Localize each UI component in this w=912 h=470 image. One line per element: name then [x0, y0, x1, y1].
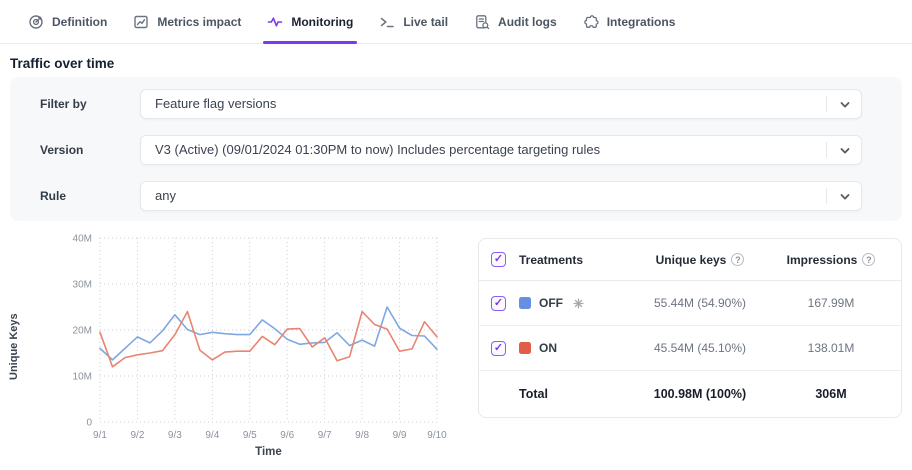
filter-by-select[interactable]: Feature flag versions — [140, 89, 862, 119]
table-header-row: ✓ Treatments Unique keys ? Impressions ? — [479, 239, 901, 281]
on-unique-keys: 45.54M (45.10%) — [639, 341, 761, 355]
tab-definition[interactable]: Definition — [28, 0, 107, 43]
page-title: Traffic over time — [10, 56, 114, 71]
x-tick-label: 9/2 — [130, 430, 144, 441]
tab-label: Live tail — [403, 15, 448, 29]
traffic-chart: Unique Keys 0 10M 20M 30M 40M 9/1 9/2 9/3 9/4 9/5… — [6, 232, 474, 468]
default-treatment-icon — [573, 298, 584, 309]
help-icon[interactable]: ? — [862, 253, 875, 266]
tab-label: Integrations — [607, 15, 676, 29]
tab-metrics-impact[interactable]: Metrics impact — [133, 0, 241, 43]
version-value: V3 (Active) (09/01/2024 01:30PM to now) … — [155, 136, 817, 164]
divider — [826, 188, 827, 204]
x-tick-label: 9/8 — [355, 430, 369, 441]
impressions-header-label: Impressions — [787, 253, 858, 267]
line-chart-canvas: 0 10M 20M 30M 40M 9/1 9/2 9/3 9/4 9/5 9/6 9/7 9/8 9/9… — [6, 232, 474, 444]
total-impressions: 306M — [761, 387, 901, 401]
on-checkbox[interactable]: ✓ — [491, 341, 506, 356]
off-color-swatch — [519, 297, 531, 309]
x-tick-label: 9/4 — [205, 430, 219, 441]
on-color-swatch — [519, 342, 531, 354]
total-label: Total — [519, 387, 639, 401]
tab-label: Audit logs — [498, 15, 557, 29]
divider — [826, 142, 827, 158]
puzzle-icon — [583, 14, 599, 30]
tab-integrations[interactable]: Integrations — [583, 0, 676, 43]
line-chart-icon — [133, 14, 149, 30]
help-icon[interactable]: ? — [731, 253, 744, 266]
off-unique-keys: 55.44M (54.90%) — [639, 296, 761, 310]
filter-row: Version V3 (Active) (09/01/2024 01:30PM … — [10, 135, 902, 165]
x-axis-title: Time — [100, 446, 437, 458]
tab-label: Monitoring — [291, 15, 353, 29]
tab-label: Metrics impact — [157, 15, 241, 29]
filter-by-label: Filter by — [40, 89, 132, 119]
version-select[interactable]: V3 (Active) (09/01/2024 01:30PM to now) … — [140, 135, 862, 165]
filter-row: Filter by Feature flag versions — [10, 89, 902, 119]
rule-select[interactable]: any — [140, 181, 862, 211]
x-tick-label: 9/5 — [243, 430, 257, 441]
tab-bar: Definition Metrics impact Monitoring — [0, 0, 912, 44]
tab-monitoring[interactable]: Monitoring — [267, 0, 353, 43]
target-icon — [28, 14, 44, 30]
x-tick-label: 9/10 — [427, 430, 447, 441]
chevron-down-icon[interactable] — [838, 144, 852, 163]
x-tick-label: 9/9 — [393, 430, 407, 441]
filter-row: Rule any — [10, 181, 902, 211]
tab-live-tail[interactable]: Live tail — [379, 0, 448, 43]
divider — [826, 96, 827, 112]
monitoring-page: Definition Metrics impact Monitoring — [0, 0, 912, 470]
unique-keys-header-label: Unique keys — [656, 253, 727, 267]
impressions-header: Impressions ? — [761, 253, 901, 267]
x-tick-label: 9/3 — [168, 430, 182, 441]
total-unique-keys: 100.98M (100%) — [639, 387, 761, 401]
treatment-name: OFF — [539, 296, 563, 310]
x-tick-label: 9/1 — [93, 430, 107, 441]
treatment-name: ON — [539, 341, 557, 355]
series-line-on — [100, 312, 437, 367]
pulse-icon — [267, 14, 283, 30]
treatments-header: Treatments — [519, 253, 639, 267]
filter-panel: Filter by Feature flag versions Version … — [10, 77, 902, 221]
version-label: Version — [40, 135, 132, 165]
y-axis-title: Unique Keys — [8, 277, 20, 417]
unique-keys-header: Unique keys ? — [639, 253, 761, 267]
tab-label: Definition — [52, 15, 107, 29]
table-total-row: Total 100.98M (100%) 306M — [479, 371, 901, 417]
chevron-down-icon[interactable] — [838, 190, 852, 209]
select-all-checkbox[interactable]: ✓ — [491, 252, 506, 267]
tab-audit-logs[interactable]: Audit logs — [474, 0, 557, 43]
chevron-down-icon[interactable] — [838, 98, 852, 117]
audit-log-icon — [474, 14, 490, 30]
off-impressions: 167.99M — [761, 296, 901, 310]
x-tick-label: 9/6 — [280, 430, 294, 441]
rule-value: any — [155, 182, 817, 210]
treatments-table: ✓ Treatments Unique keys ? Impressions ?… — [478, 238, 902, 418]
series-line-off — [100, 307, 437, 360]
y-tick-label: 10M — [73, 372, 92, 383]
y-tick-label: 20M — [73, 326, 92, 337]
y-tick-label: 40M — [73, 234, 92, 245]
on-impressions: 138.01M — [761, 341, 901, 355]
y-tick-label: 0 — [86, 418, 92, 429]
rule-label: Rule — [40, 181, 132, 211]
table-row-off: ✓ OFF 55.44M (54.90%) 167.99M — [479, 281, 901, 326]
table-row-on: ✓ ON 45.54M (45.10%) 138.01M — [479, 326, 901, 371]
off-checkbox[interactable]: ✓ — [491, 296, 506, 311]
x-tick-label: 9/7 — [318, 430, 332, 441]
y-tick-label: 30M — [73, 280, 92, 291]
terminal-icon — [379, 14, 395, 30]
filter-by-value: Feature flag versions — [155, 90, 817, 118]
